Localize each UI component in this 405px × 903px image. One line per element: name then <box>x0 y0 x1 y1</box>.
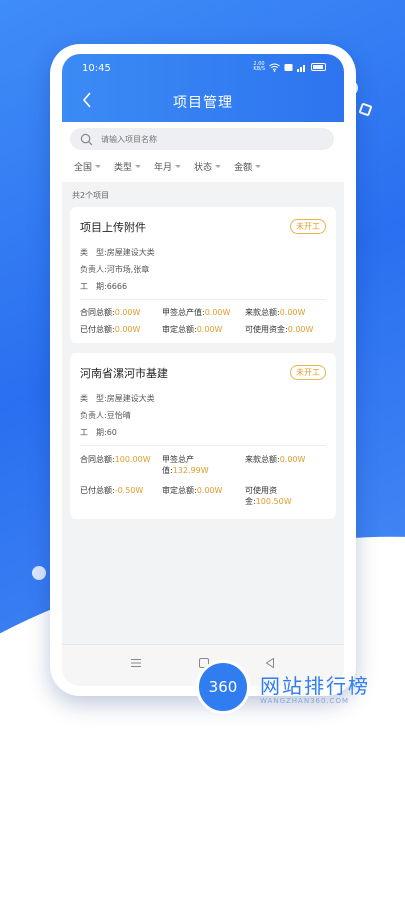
filter-type[interactable]: 类型 <box>114 160 142 173</box>
status-time: 10:45 <box>82 63 111 74</box>
search-box[interactable] <box>70 128 334 150</box>
watermark-badge: 360 <box>196 660 250 714</box>
stat-received-total: 来款总额:0.00W <box>245 454 305 465</box>
filter-label: 年月 <box>154 163 173 173</box>
project-period: 工 期:6666 <box>80 282 128 291</box>
stat-contract-total: 合同总额:0.00W <box>80 307 140 318</box>
filter-amount[interactable]: 金额 <box>234 160 262 173</box>
card-divider <box>80 445 326 446</box>
stat-party-a-output: 甲签总产值:0.00W <box>162 307 230 318</box>
decor-dot <box>32 566 46 580</box>
stat-value: 100.50W <box>255 497 292 506</box>
signal-icon <box>297 64 305 72</box>
stat-value: 0.00W <box>279 308 306 317</box>
status-badge: 未开工 <box>290 365 326 380</box>
stat-value: 0.00W <box>196 325 223 334</box>
stat-value: 0.00W <box>196 486 223 495</box>
stat-approved-total: 审定总额:0.00W <box>162 485 222 496</box>
stat-label: 合同总额: <box>80 308 115 317</box>
project-card[interactable]: 河南省漯河市基建 未开工 类 型:房屋建设大类 负责人:豆怡晴 工 期:60 合… <box>70 353 336 519</box>
caret-down-icon <box>95 165 102 168</box>
project-count: 共2个项目 <box>72 191 110 200</box>
wifi-icon <box>269 63 280 72</box>
stat-available-funds: 可使用资金:100.50W <box>245 485 305 507</box>
status-icons: 2.00 KB/S <box>253 62 326 72</box>
project-period: 工 期:60 <box>80 428 117 437</box>
stat-available-funds: 可使用资金:0.00W <box>245 324 313 335</box>
nav-bar: 项目管理 <box>62 80 344 122</box>
page-title: 项目管理 <box>173 95 233 111</box>
filter-status[interactable]: 状态 <box>194 160 222 173</box>
stat-value: 0.00W <box>114 308 141 317</box>
caret-down-icon <box>175 165 182 168</box>
stat-value: -0.50W <box>114 486 144 495</box>
stat-value: 0.00W <box>287 325 314 334</box>
project-title: 项目上传附件 <box>80 221 146 234</box>
status-bar: 10:45 2.00 KB/S <box>62 54 344 80</box>
search-filter-panel: 全国 类型 年月 状态 金额 <box>62 122 344 182</box>
watermark-name: 网站排行榜 <box>260 673 370 698</box>
stat-label: 来款总额: <box>245 308 280 317</box>
project-title: 河南省漯河市基建 <box>80 367 168 380</box>
stat-label: 甲签总产值: <box>162 308 205 317</box>
stat-label: 已付总额: <box>80 486 115 495</box>
stat-contract-total: 合同总额:100.00W <box>80 454 162 465</box>
stat-label: 已付总额: <box>80 325 115 334</box>
status-badge: 未开工 <box>290 219 326 234</box>
caret-down-icon <box>135 165 142 168</box>
filter-label: 状态 <box>194 163 213 173</box>
stat-label: 可使用资金: <box>245 325 288 334</box>
project-type: 类 型:房屋建设大类 <box>80 248 155 257</box>
stat-label: 审定总额: <box>162 486 197 495</box>
app-header: 10:45 2.00 KB/S 项目管理 <box>62 54 344 122</box>
project-type: 类 型:房屋建设大类 <box>80 394 155 403</box>
hd-icon <box>284 63 293 71</box>
watermark-text: 网站排行榜 WANGZHAN360.COM <box>260 670 370 705</box>
search-icon <box>80 133 93 145</box>
caret-down-icon <box>255 165 262 168</box>
filter-label: 全国 <box>74 163 93 173</box>
app-screen: 10:45 2.00 KB/S 项目管理 请输入项目名称 全国 类型 年月 状态… <box>62 54 344 686</box>
stat-received-total: 来款总额:0.00W <box>245 307 305 318</box>
project-owner: 负责人:河市场,张章 <box>80 265 150 274</box>
stat-value: 0.00W <box>114 325 141 334</box>
stat-value: 100.00W <box>114 455 151 464</box>
stat-label: 审定总额: <box>162 325 197 334</box>
card-divider <box>80 299 326 300</box>
stat-label: 合同总额: <box>80 455 115 464</box>
stat-value: 0.00W <box>204 308 231 317</box>
stat-party-a-output: 甲签总产值:132.99W <box>162 454 238 476</box>
caret-down-icon <box>215 165 222 168</box>
stat-approved-total: 审定总额:0.00W <box>162 324 222 335</box>
filter-month[interactable]: 年月 <box>154 160 182 173</box>
search-input[interactable] <box>99 133 323 145</box>
network-speed: 2.00 KB/S <box>253 61 265 72</box>
project-owner: 负责人:豆怡晴 <box>80 411 131 420</box>
menu-icon[interactable] <box>130 657 142 669</box>
battery-icon <box>311 63 326 71</box>
filter-label: 类型 <box>114 163 133 173</box>
stat-paid-total: 已付总额:0.00W <box>80 324 140 335</box>
stat-value: 0.00W <box>279 455 306 464</box>
filter-bar: 全国 类型 年月 状态 金额 <box>74 160 262 173</box>
stat-value: 132.99W <box>172 466 209 475</box>
stat-paid-total: 已付总额:-0.50W <box>80 485 162 496</box>
filter-label: 金额 <box>234 163 253 173</box>
watermark-logo: 360 网站排行榜 WANGZHAN360.COM <box>196 660 370 714</box>
stat-label: 来款总额: <box>245 455 280 464</box>
project-card[interactable]: 项目上传附件 未开工 类 型:房屋建设大类 负责人:河市场,张章 工 期:666… <box>70 207 336 343</box>
filter-region[interactable]: 全国 <box>74 160 102 173</box>
